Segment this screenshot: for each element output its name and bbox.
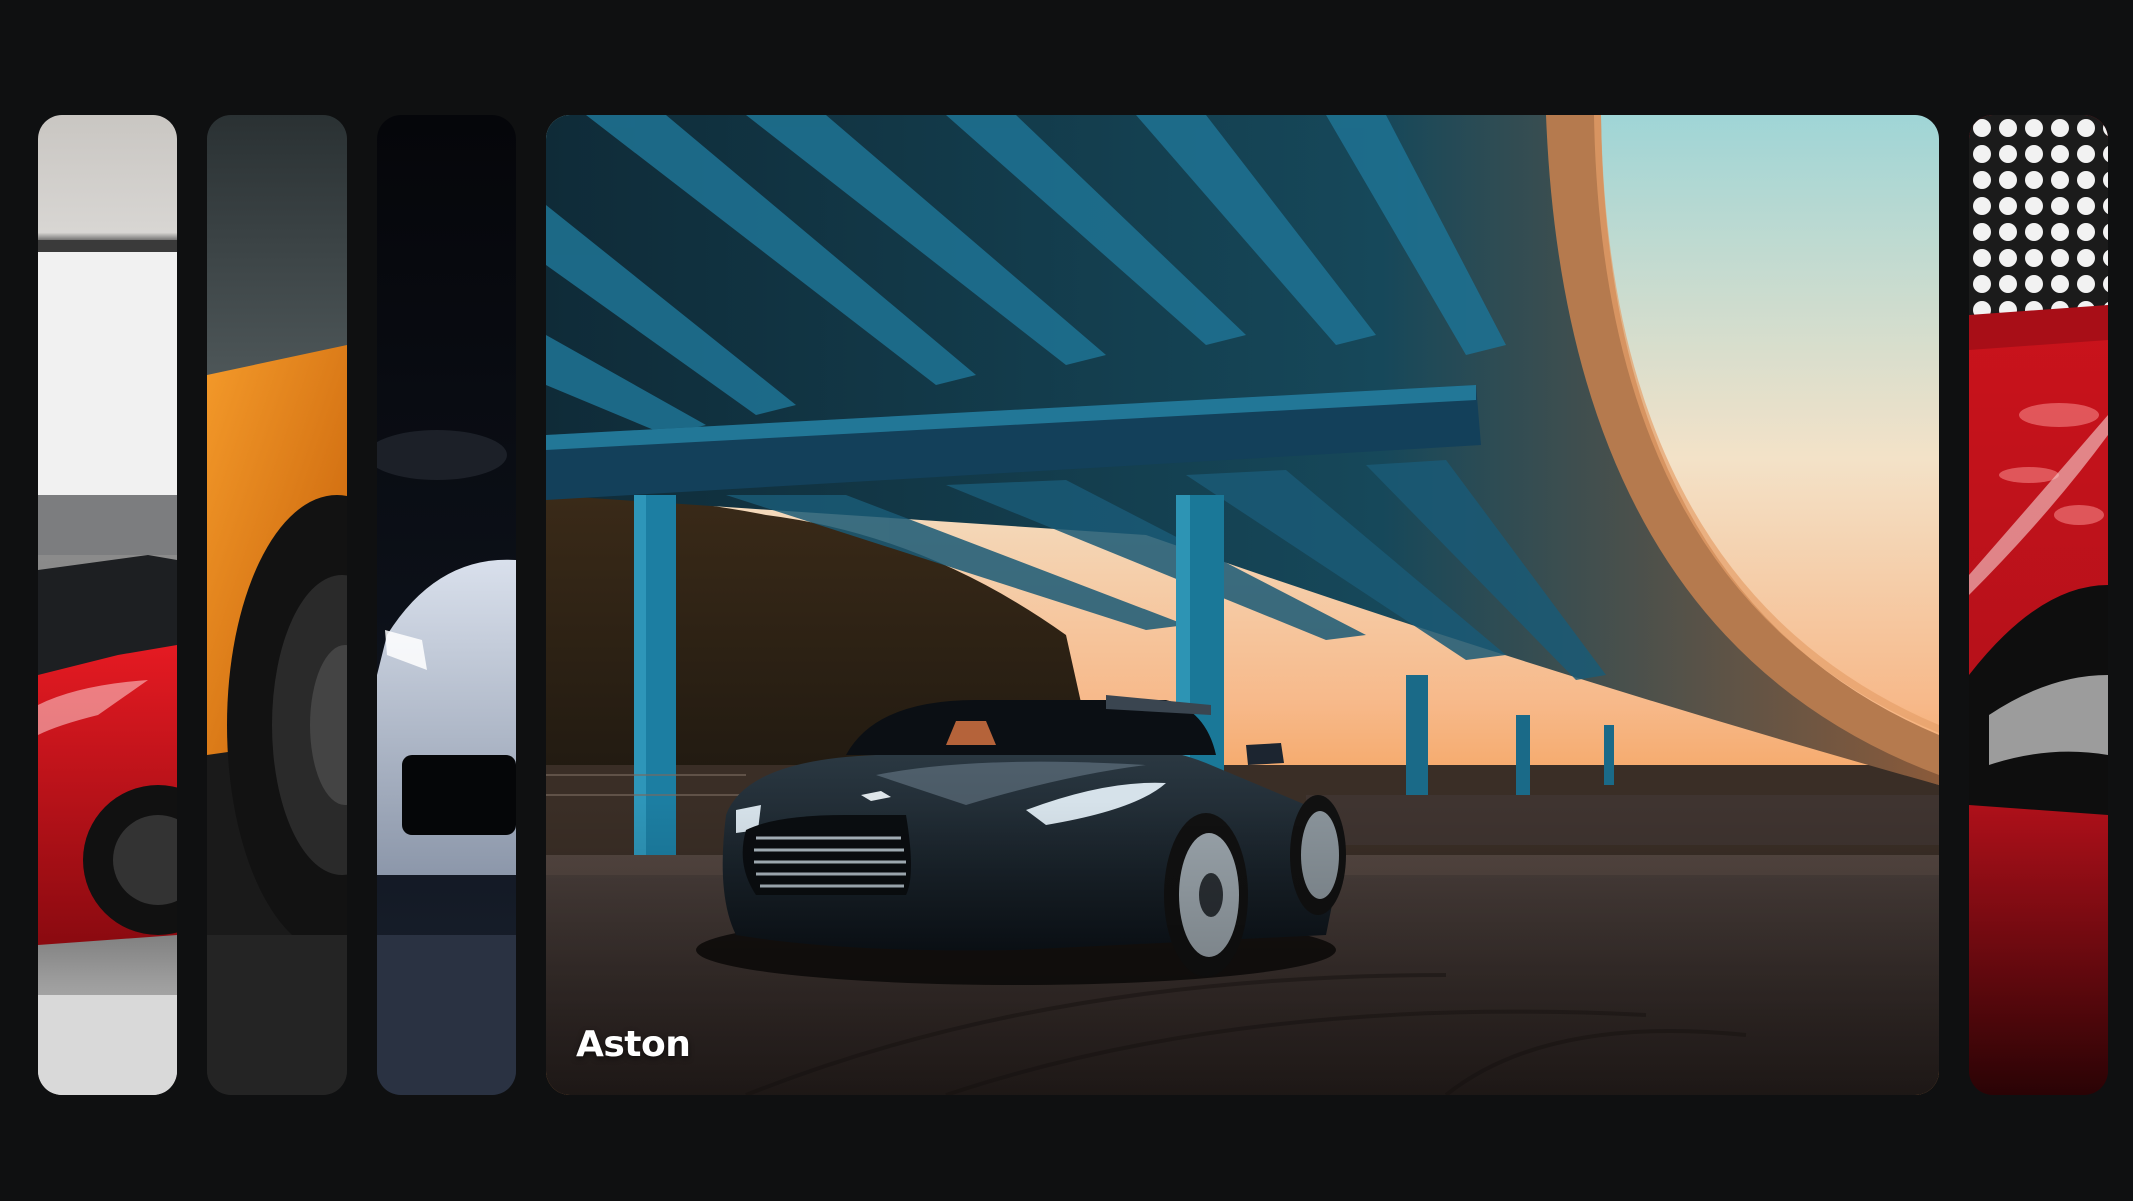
gallery-panel-red-sportscar[interactable] (1969, 115, 2108, 1095)
slide-caption: Aston (576, 1024, 691, 1065)
gallery-panel-red-supercar[interactable] (38, 115, 177, 1095)
orange-lamborghini-image (207, 115, 347, 1095)
red-sportscar-image (1969, 115, 2108, 1095)
gallery-panel-aston[interactable]: Aston (546, 115, 1939, 1095)
red-supercar-image (38, 115, 177, 1095)
silver-camaro-image (377, 115, 516, 1095)
aston-martin-image (546, 115, 1939, 1095)
gallery-panel-silver-camaro[interactable] (377, 115, 516, 1095)
car-gallery: Aston (0, 0, 2133, 1201)
gallery-panel-orange-lamborghini[interactable] (207, 115, 347, 1095)
